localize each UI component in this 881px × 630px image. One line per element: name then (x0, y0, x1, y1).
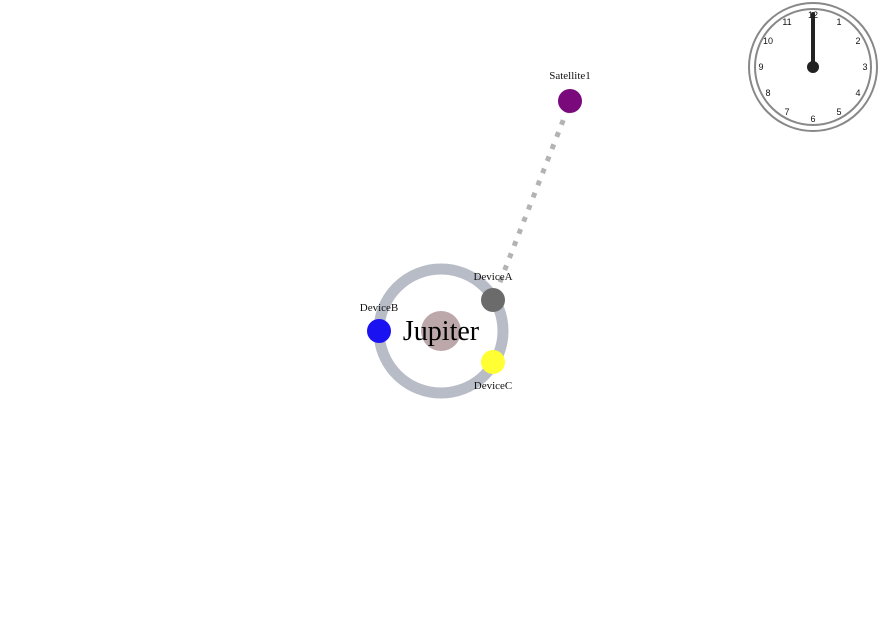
device-c-node[interactable] (481, 350, 505, 374)
clock-number-10: 10 (763, 36, 773, 46)
clock-number-11: 11 (782, 17, 791, 27)
device-c-label: DeviceC (474, 380, 512, 392)
clock-number-7: 7 (784, 107, 789, 117)
clock-number-9: 9 (758, 62, 763, 72)
planet-label: Jupiter (403, 316, 480, 347)
device-a-label: DeviceA (473, 271, 512, 283)
clock-number-6: 6 (810, 114, 815, 124)
clock-number-5: 5 (836, 107, 841, 117)
device-a-node[interactable] (481, 288, 505, 312)
clock-number-4: 4 (855, 88, 860, 98)
device-b-node[interactable] (367, 319, 391, 343)
satellite-label: Satellite1 (549, 70, 591, 82)
orbit-diagram: Jupiter Satellite1 DeviceA DeviceB Devic… (360, 2, 878, 399)
clock-number-2: 2 (855, 36, 860, 46)
clock-widget: 121234567891011 (748, 2, 878, 132)
clock-center-pin (807, 61, 819, 73)
satellite-node[interactable] (558, 89, 582, 113)
device-b-label: DeviceB (360, 302, 398, 314)
clock-number-3: 3 (862, 62, 867, 72)
clock-number-1: 1 (836, 17, 841, 27)
clock-number-8: 8 (765, 88, 770, 98)
